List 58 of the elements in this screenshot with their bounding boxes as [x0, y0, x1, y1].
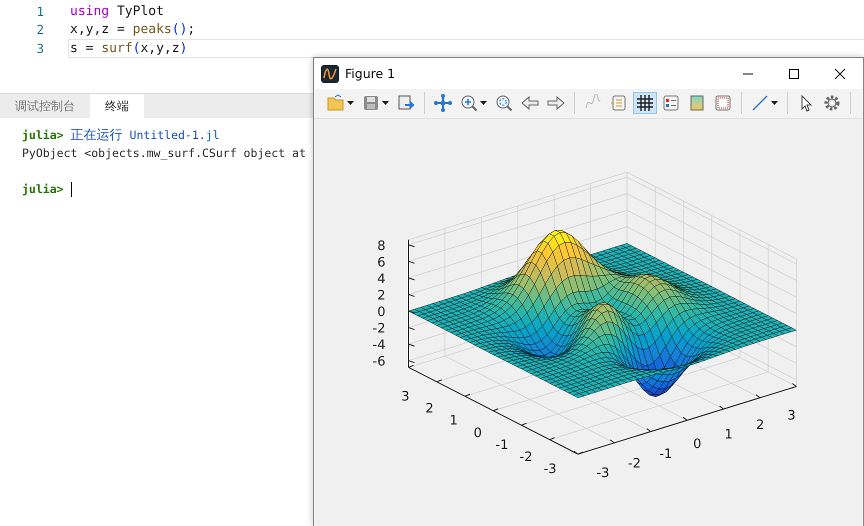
code-line: x,y,z = peaks();: [69, 21, 196, 40]
tick-label: 2: [377, 288, 386, 304]
caret-icon: [382, 101, 389, 106]
tick-label: 0: [693, 437, 702, 452]
prompt: julia>: [22, 182, 64, 196]
caret-icon: [347, 101, 354, 106]
tick-label: 8: [377, 238, 386, 254]
zoom-fit-icon: [495, 94, 513, 112]
tick-label: 2: [425, 401, 434, 416]
tick-label: 3: [787, 408, 796, 424]
tick-label: 1: [450, 414, 458, 429]
tick-label: -2: [628, 456, 641, 472]
tick-label: -3: [596, 466, 610, 482]
export-icon: [397, 94, 415, 112]
line-number: 2: [35, 22, 44, 38]
prompt: julia>: [22, 128, 64, 142]
right-arrow-icon: [547, 94, 565, 112]
tick-label: 3: [401, 389, 410, 404]
tick-label: 0: [474, 426, 482, 441]
tick-label: 6: [377, 255, 386, 270]
tick-label: -4: [372, 338, 386, 354]
folder-icon: [327, 94, 345, 112]
caret-icon: [480, 101, 487, 106]
gradient-square-icon: [688, 94, 706, 112]
tick-label: -2: [372, 322, 386, 336]
grid-icon: [636, 94, 654, 112]
tick-label: -2: [520, 450, 532, 465]
tick-label: -6: [372, 354, 386, 370]
tick-label: 2: [756, 418, 764, 433]
settings-icon: [823, 94, 841, 112]
window-title: Figure 1: [345, 66, 396, 81]
dotted-square-icon: [714, 94, 732, 112]
tick-label: 4: [377, 272, 386, 287]
panel-tab[interactable]: 调试控制台: [0, 94, 90, 118]
list-icon: [610, 94, 628, 112]
panel-icon: [662, 94, 680, 112]
move-icon: [434, 94, 452, 112]
file-name: Untitled-1.jl: [130, 128, 220, 142]
status-message: 正在运行: [70, 127, 123, 144]
maximize-icon: [788, 68, 800, 80]
panel-tab[interactable]: 终端: [90, 94, 144, 118]
caret-icon: [771, 101, 778, 106]
code-line: using TyPlot: [69, 2, 165, 21]
close-icon: [834, 68, 846, 80]
app-logo-icon: [321, 64, 339, 82]
left-arrow-icon: [521, 94, 539, 112]
zoom-in-icon: [460, 94, 478, 112]
output-text: PyObject <objects.mw_surf.CSurf object at: [22, 146, 306, 160]
line-number: 1: [35, 4, 44, 19]
tick-label: -1: [659, 446, 672, 462]
line-icon: [751, 94, 769, 112]
pan-tool-button[interactable]: [431, 92, 455, 114]
tick-label: 0: [377, 304, 386, 320]
grid-tool-button[interactable]: [633, 92, 657, 114]
tick-label: 1: [724, 428, 733, 443]
line-number: 3: [35, 40, 44, 56]
tick-label: -1: [495, 438, 508, 453]
tick-label: -3: [544, 462, 557, 478]
